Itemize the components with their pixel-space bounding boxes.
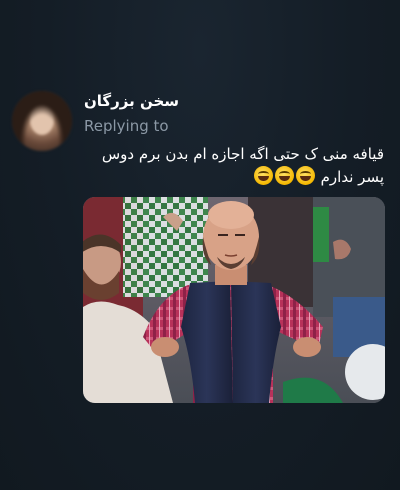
tweet-text-line-2: پسر ندارم bbox=[84, 166, 384, 189]
bald-top bbox=[208, 201, 254, 229]
stadium-photo bbox=[83, 197, 385, 403]
avatar-hair bbox=[12, 91, 72, 151]
avatar[interactable] bbox=[12, 91, 72, 151]
laughing-face-icon bbox=[274, 166, 294, 185]
eye-right bbox=[235, 234, 245, 236]
hand-on-hip-left bbox=[151, 337, 179, 357]
eye-left bbox=[218, 234, 228, 236]
tweet-text: قیافه منی ک حتی اگه اجازه ام بدن برم دوس… bbox=[84, 143, 384, 189]
author-name[interactable]: سخن بزرگان bbox=[84, 92, 179, 110]
replying-to-label: Replying to bbox=[84, 117, 169, 135]
laughing-face-icon bbox=[253, 166, 273, 185]
tweet-media-photo[interactable] bbox=[83, 197, 385, 403]
laughing-face-icon bbox=[295, 166, 315, 185]
tweet-text-line-2-text: پسر ندارم bbox=[320, 168, 384, 186]
tweet-text-line-1: قیافه منی ک حتی اگه اجازه ام بدن برم دوس bbox=[101, 145, 384, 163]
hand-on-hip-right bbox=[293, 337, 321, 357]
crowd-green-check-shirt bbox=[123, 197, 208, 297]
tweet-reply-view: سخن بزرگان Replying to قیافه منی ک حتی ا… bbox=[0, 0, 400, 490]
crowd-green-flag bbox=[313, 207, 329, 262]
